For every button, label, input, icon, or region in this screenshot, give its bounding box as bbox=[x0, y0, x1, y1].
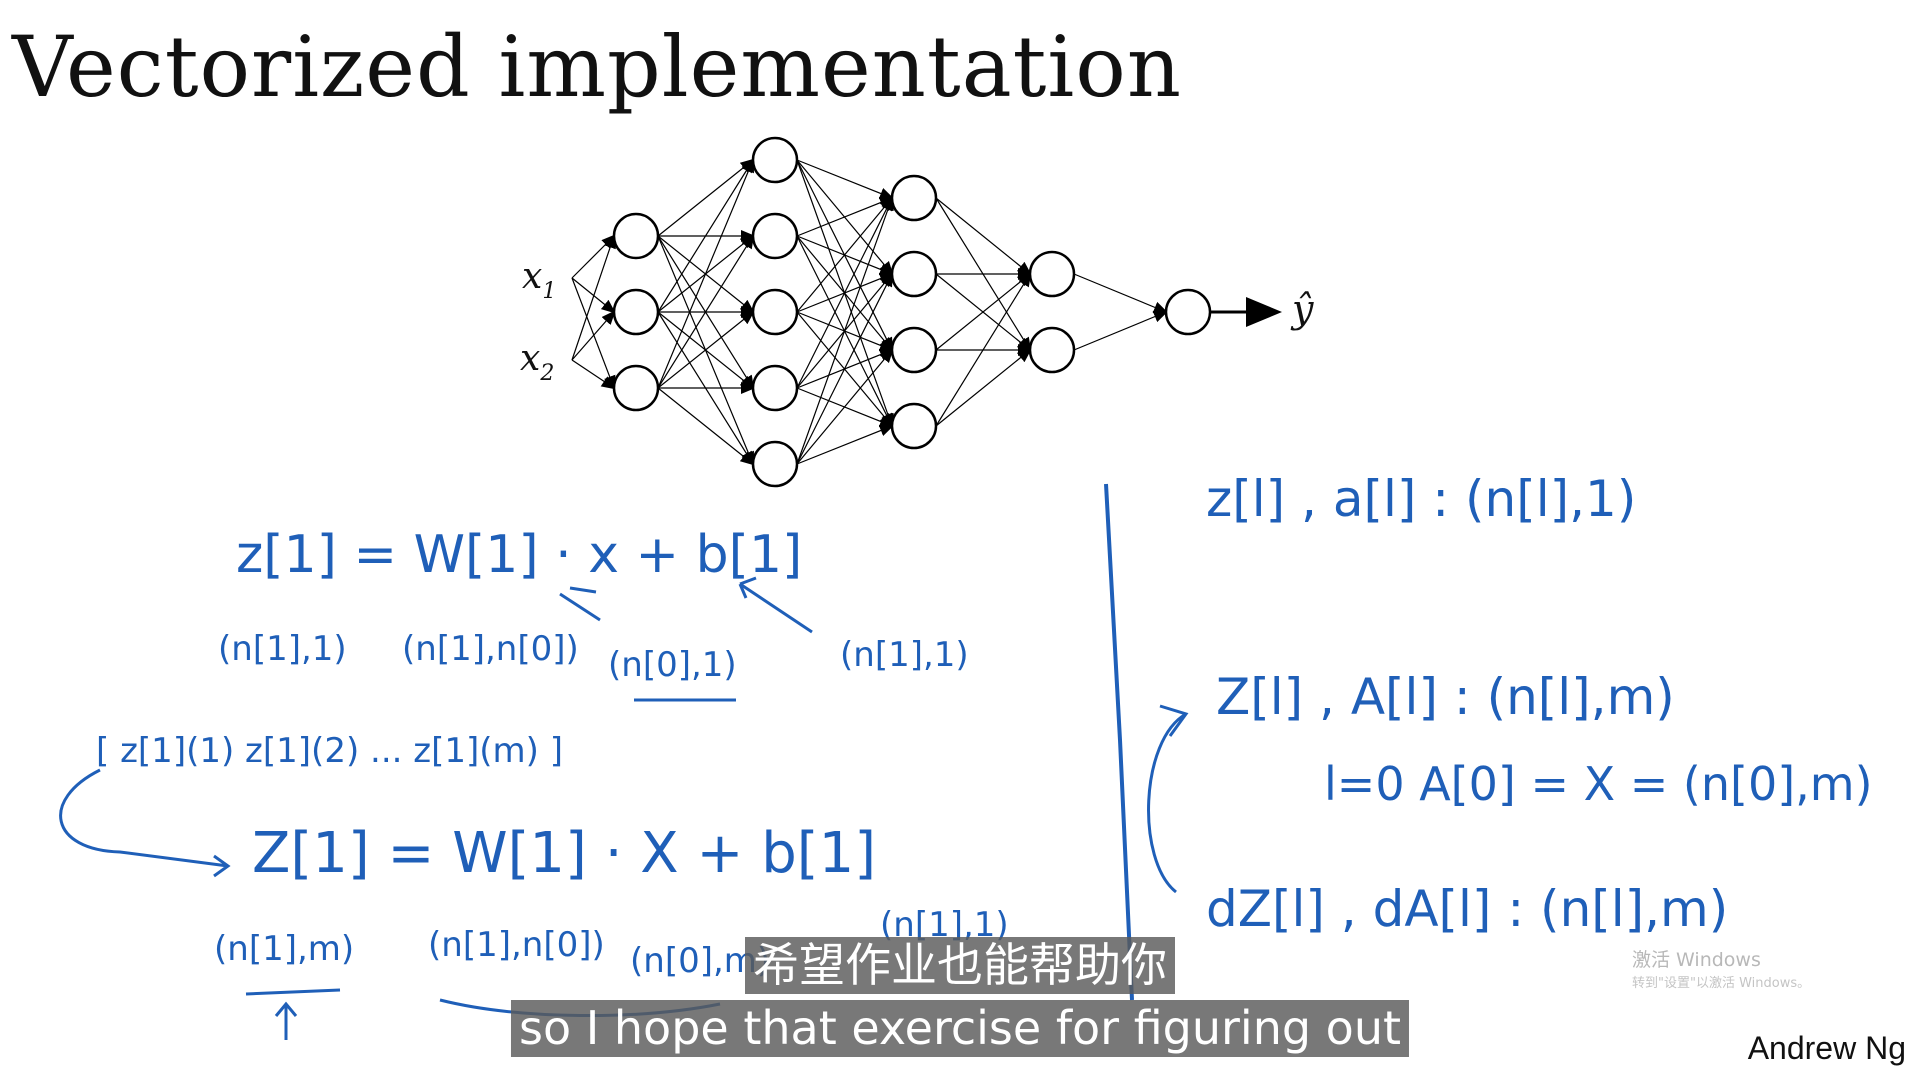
dim-b1: (n[1],1) bbox=[840, 635, 969, 675]
right-row-4: dZ[l] , dA[l] : (n[l],m) bbox=[1206, 880, 1728, 938]
right-row-2: Z[l] , A[l] : (n[l],m) bbox=[1216, 668, 1675, 726]
activation-watermark-subtitle: 转到"设置"以激活 Windows。 bbox=[1632, 976, 1811, 991]
arrow-to-b bbox=[738, 576, 813, 634]
up-arrow bbox=[274, 1001, 298, 1040]
right-row-3: l=0 A[0] = X = (n[0],m) bbox=[1324, 757, 1873, 811]
curved-arrow-left bbox=[59, 768, 231, 878]
equation-z1: z[1] = W[1] · x + b[1] bbox=[236, 525, 802, 585]
dim-W1-m: (n[1],n[0]) bbox=[428, 925, 605, 965]
author-credit: Andrew Ng bbox=[1747, 1030, 1906, 1066]
underline-Z-dim bbox=[245, 988, 341, 996]
bracket-arrow-right bbox=[1147, 704, 1189, 894]
activation-watermark-title: 激活 Windows bbox=[1632, 949, 1761, 971]
dim-Z1: (n[1],m) bbox=[214, 929, 354, 969]
subtitle-chinese: 希望作业也能帮助你 bbox=[745, 937, 1175, 994]
equation-Z1: Z[1] = W[1] · X + b[1] bbox=[252, 821, 876, 886]
dim-x: (n[0],1) bbox=[608, 645, 737, 685]
right-row-1: z[l] , a[l] : (n[l],1) bbox=[1206, 470, 1636, 528]
divider-line bbox=[1104, 483, 1134, 1001]
arrow-to-x bbox=[559, 586, 601, 622]
handwritten-annotations: z[1] = W[1] · x + b[1] (n[1],1) (n[1],n[… bbox=[59, 470, 1873, 1040]
dim-w1: (n[1],n[0]) bbox=[402, 629, 579, 669]
subtitle-english: so I hope that exercise for figuring out bbox=[510, 1000, 1410, 1057]
dim-z1: (n[1],1) bbox=[218, 629, 347, 669]
stacked-vector: [ z[1](1) z[1](2) ... z[1](m) ] bbox=[96, 731, 563, 771]
